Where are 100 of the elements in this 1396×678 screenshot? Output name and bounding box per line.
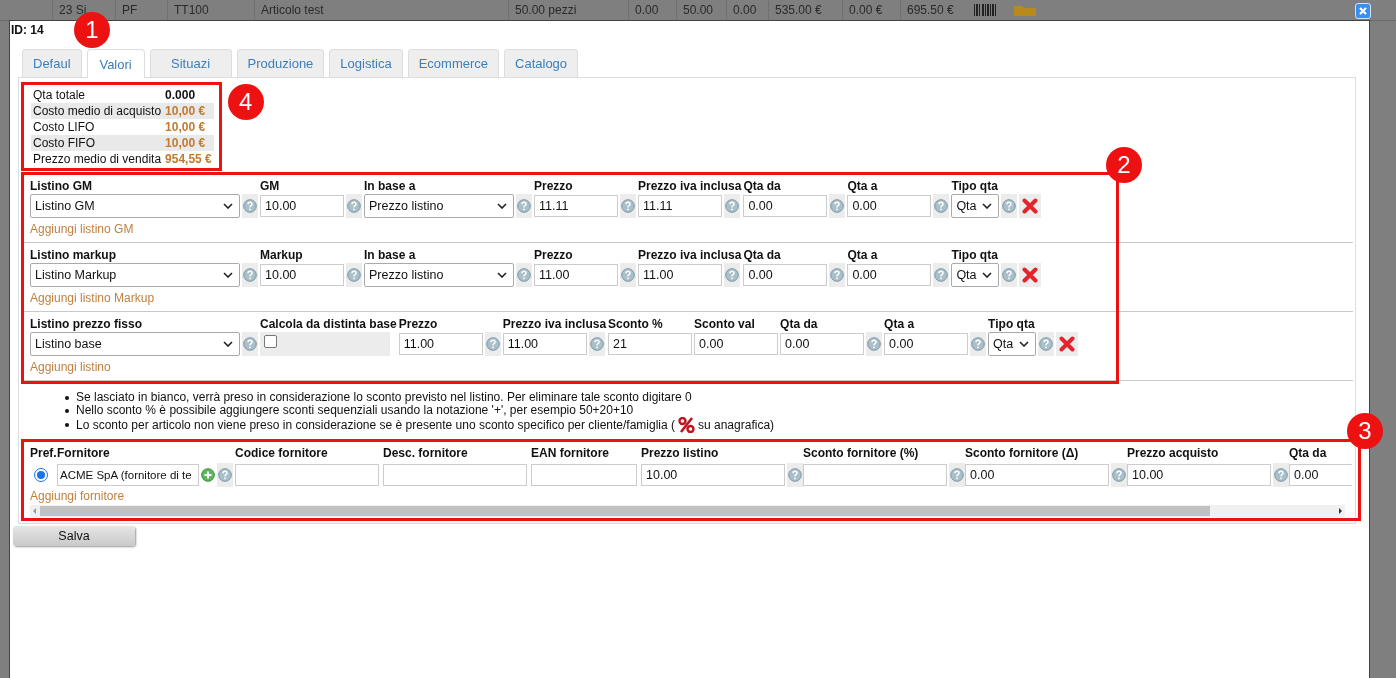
- tab[interactable]: Ecommerce: [407, 49, 500, 77]
- input-field[interactable]: 21: [608, 333, 693, 355]
- help-icon[interactable]: [950, 468, 964, 482]
- input-field[interactable]: [803, 464, 947, 486]
- delete-icon[interactable]: [1059, 336, 1076, 352]
- help-icon[interactable]: [621, 268, 635, 282]
- help-icon[interactable]: [725, 268, 739, 282]
- input-field[interactable]: 0.00: [743, 195, 828, 217]
- dropdown[interactable]: Listino GM: [30, 194, 240, 218]
- help-icon[interactable]: [934, 199, 949, 213]
- help-icon[interactable]: [243, 337, 257, 351]
- help-icon[interactable]: [347, 199, 361, 213]
- help-icon[interactable]: [725, 199, 739, 213]
- input-field[interactable]: [235, 464, 379, 486]
- chevron-icon: [982, 272, 993, 278]
- input-field[interactable]: [531, 464, 637, 486]
- input-field[interactable]: 11.11: [534, 195, 618, 217]
- input-field[interactable]: 0.00: [1289, 464, 1352, 486]
- input-field[interactable]: 10.00: [260, 264, 344, 286]
- help-icon[interactable]: [934, 268, 949, 282]
- column-header: Sconto fornitore (Δ): [965, 445, 1080, 461]
- help-icon[interactable]: [589, 337, 604, 351]
- dropdown[interactable]: Qta: [951, 263, 1000, 287]
- help-icon[interactable]: [517, 268, 531, 282]
- column-header: Fornitore: [57, 445, 111, 461]
- summary-value: 10,00 €: [163, 119, 214, 135]
- help-icon[interactable]: [243, 268, 257, 282]
- tab[interactable]: Produzione: [236, 49, 325, 77]
- horizontal-scrollbar[interactable]: [30, 505, 1345, 517]
- help-icon[interactable]: [1274, 468, 1288, 482]
- input-field[interactable]: [383, 464, 527, 486]
- input-field[interactable]: 11.00: [638, 264, 722, 286]
- callout-badge: 3: [1347, 413, 1383, 449]
- input-field[interactable]: 11.00: [398, 333, 483, 355]
- help-icon[interactable]: [1002, 199, 1017, 213]
- delete-icon[interactable]: [1022, 267, 1039, 283]
- dropdown[interactable]: Listino Markup: [30, 263, 240, 287]
- help-icon[interactable]: [485, 337, 500, 351]
- input-field[interactable]: 0.00: [965, 464, 1109, 486]
- dropdown[interactable]: Qta: [951, 194, 1000, 218]
- dropdown[interactable]: Qta: [988, 332, 1037, 356]
- summary-label: Costo LIFO: [31, 119, 164, 135]
- input-field[interactable]: ACME SpA (fornitore di te: [57, 464, 199, 486]
- input-field[interactable]: 11.11: [638, 195, 722, 217]
- help-icon[interactable]: [517, 199, 531, 213]
- chevron-icon: [223, 272, 233, 278]
- column-header: Sconto fornitore (%): [803, 445, 920, 461]
- help-icon[interactable]: [971, 337, 986, 351]
- tab[interactable]: Valori: [86, 49, 145, 78]
- help-icon[interactable]: [830, 268, 845, 282]
- dropdown[interactable]: Listino base: [30, 332, 240, 356]
- scrollbar-thumb[interactable]: [40, 506, 1210, 516]
- help-icon[interactable]: [867, 337, 882, 351]
- bullet-icon: [65, 395, 69, 400]
- tab[interactable]: Logistica: [329, 49, 403, 77]
- input-field[interactable]: 0.00: [780, 333, 865, 355]
- column-header: Desc. fornitore: [383, 445, 469, 461]
- input-field[interactable]: 10.00: [1127, 464, 1271, 486]
- percent-icon: [678, 417, 695, 433]
- tab[interactable]: Catalogo: [504, 49, 579, 77]
- input-field[interactable]: 11.00: [502, 333, 587, 355]
- dropdown[interactable]: Prezzo listino: [364, 263, 514, 287]
- delete-icon[interactable]: [1022, 198, 1039, 214]
- barcode-icon: [974, 4, 996, 16]
- help-icon[interactable]: [788, 468, 802, 482]
- column-header: EAN fornitore: [531, 445, 610, 461]
- input-field[interactable]: 10.00: [260, 195, 344, 217]
- input-field[interactable]: 11.00: [534, 264, 618, 286]
- column-header: Pref.: [30, 445, 57, 461]
- input-field[interactable]: 0.00: [847, 264, 932, 286]
- radio-button[interactable]: [34, 468, 48, 482]
- help-icon[interactable]: [218, 468, 232, 482]
- input-field[interactable]: 0.00: [694, 333, 779, 355]
- help-icon[interactable]: [1002, 268, 1017, 282]
- add-icon[interactable]: [201, 468, 215, 482]
- help-icon[interactable]: [621, 199, 635, 213]
- input-field[interactable]: 10.00: [641, 464, 785, 486]
- field-label: Prezzo: [534, 178, 574, 194]
- help-icon[interactable]: [1039, 337, 1054, 351]
- field-label: Calcola da distinta base: [260, 316, 397, 332]
- input-field[interactable]: 0.00: [743, 264, 828, 286]
- chevron-icon: [223, 341, 233, 347]
- save-button[interactable]: Salva: [13, 526, 135, 546]
- input-field[interactable]: 0.00: [884, 333, 969, 355]
- field-label: Tipo qta: [951, 178, 999, 194]
- tab[interactable]: Defaul: [22, 49, 82, 77]
- help-icon[interactable]: [1112, 468, 1126, 482]
- field-label: Tipo qta: [988, 316, 1036, 332]
- close-button[interactable]: [1355, 3, 1371, 19]
- checkbox[interactable]: [264, 335, 277, 348]
- chevron-icon: [497, 272, 507, 278]
- help-icon[interactable]: [347, 268, 361, 282]
- tab[interactable]: Situazi: [149, 49, 232, 77]
- input-field[interactable]: 0.00: [847, 195, 932, 217]
- chevron-icon: [982, 203, 993, 209]
- field-label: In base a: [364, 247, 417, 263]
- dropdown[interactable]: Prezzo listino: [364, 194, 514, 218]
- record-id: ID: 14: [11, 23, 44, 37]
- help-icon[interactable]: [830, 199, 845, 213]
- help-icon[interactable]: [243, 199, 257, 213]
